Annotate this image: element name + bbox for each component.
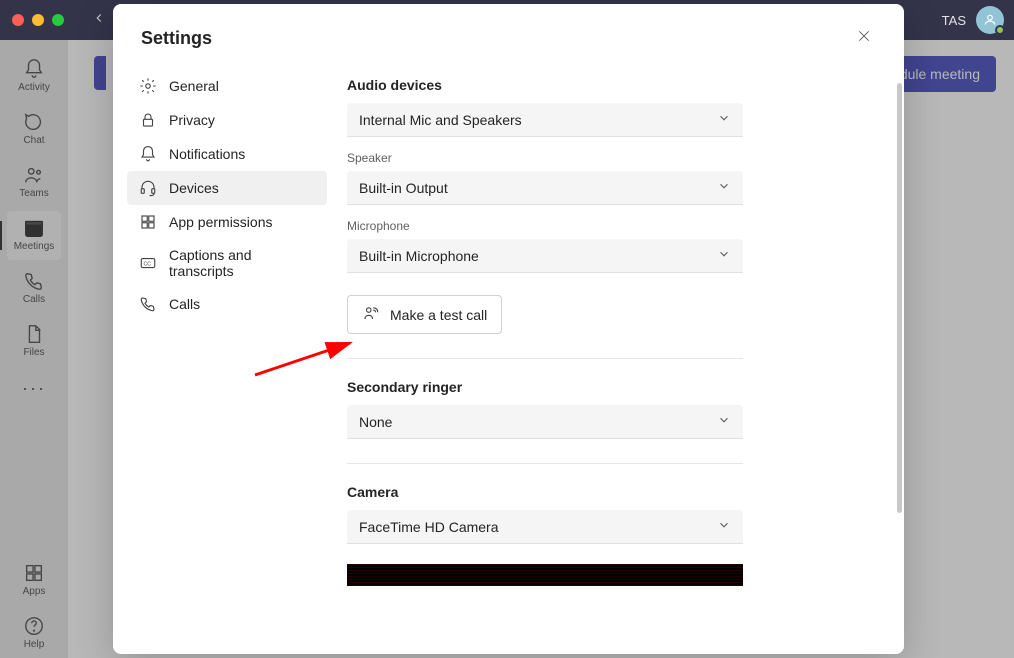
minimize-window-icon[interactable] <box>32 14 44 26</box>
button-label: Make a test call <box>390 307 487 323</box>
user-initials: TAS <box>942 13 966 28</box>
microphone-dropdown[interactable]: Built-in Microphone <box>347 239 743 273</box>
chevron-down-icon <box>717 179 731 196</box>
phone-icon <box>139 295 157 313</box>
nav-label: General <box>169 78 219 94</box>
permissions-icon <box>139 213 157 231</box>
settings-content: Audio devices Internal Mic and Speakers … <box>341 59 904 654</box>
svg-text:CC: CC <box>144 261 152 267</box>
dropdown-value: Built-in Microphone <box>359 248 479 264</box>
close-icon[interactable] <box>852 24 876 53</box>
settings-modal: Settings General Privacy Notifications D… <box>113 4 904 654</box>
audio-devices-heading: Audio devices <box>347 77 876 93</box>
nav-label: Devices <box>169 180 219 196</box>
close-window-icon[interactable] <box>12 14 24 26</box>
section-divider <box>347 358 743 359</box>
nav-devices[interactable]: Devices <box>127 171 327 205</box>
nav-notifications[interactable]: Notifications <box>127 137 327 171</box>
nav-privacy[interactable]: Privacy <box>127 103 327 137</box>
camera-preview <box>347 564 743 586</box>
camera-dropdown[interactable]: FaceTime HD Camera <box>347 510 743 544</box>
lock-icon <box>139 111 157 129</box>
bell-icon <box>139 145 157 163</box>
section-divider <box>347 463 743 464</box>
presence-icon <box>995 25 1005 35</box>
nav-label: App permissions <box>169 214 273 230</box>
make-test-call-button[interactable]: Make a test call <box>347 295 502 334</box>
back-icon[interactable] <box>92 11 106 30</box>
titlebar-user: TAS <box>942 6 1004 34</box>
secondary-ringer-dropdown[interactable]: None <box>347 405 743 439</box>
headset-icon <box>139 179 157 197</box>
chevron-down-icon <box>717 518 731 535</box>
modal-header: Settings <box>113 4 904 59</box>
chevron-down-icon <box>717 247 731 264</box>
nav-label: Notifications <box>169 146 245 162</box>
dropdown-value: Built-in Output <box>359 180 448 196</box>
speaker-dropdown[interactable]: Built-in Output <box>347 171 743 205</box>
nav-general[interactable]: General <box>127 69 327 103</box>
speaker-label: Speaker <box>347 151 876 165</box>
nav-label: Captions and transcripts <box>169 247 315 279</box>
secondary-ringer-heading: Secondary ringer <box>347 379 876 395</box>
settings-nav: General Privacy Notifications Devices Ap… <box>113 59 341 654</box>
dropdown-value: Internal Mic and Speakers <box>359 112 522 128</box>
test-call-icon <box>362 304 380 325</box>
nav-app-permissions[interactable]: App permissions <box>127 205 327 239</box>
avatar[interactable] <box>976 6 1004 34</box>
scrollbar[interactable] <box>897 83 902 513</box>
dropdown-value: None <box>359 414 392 430</box>
nav-label: Calls <box>169 296 200 312</box>
window-controls <box>12 14 64 26</box>
modal-title: Settings <box>141 28 212 49</box>
dropdown-value: FaceTime HD Camera <box>359 519 499 535</box>
nav-calls[interactable]: Calls <box>127 287 327 321</box>
chevron-down-icon <box>717 111 731 128</box>
camera-heading: Camera <box>347 484 876 500</box>
microphone-label: Microphone <box>347 219 876 233</box>
audio-device-dropdown[interactable]: Internal Mic and Speakers <box>347 103 743 137</box>
gear-icon <box>139 77 157 95</box>
chevron-down-icon <box>717 413 731 430</box>
nav-label: Privacy <box>169 112 215 128</box>
nav-captions[interactable]: CC Captions and transcripts <box>127 239 327 287</box>
fullscreen-window-icon[interactable] <box>52 14 64 26</box>
cc-icon: CC <box>139 254 157 272</box>
